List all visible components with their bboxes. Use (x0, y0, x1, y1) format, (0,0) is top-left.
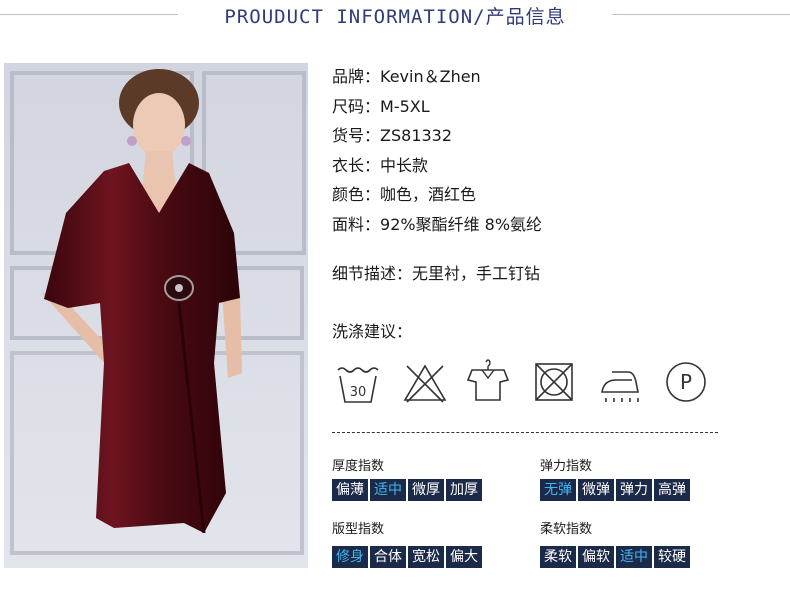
no-bleach-icon (403, 364, 447, 403)
fit-option: 偏大 (446, 546, 482, 568)
fit-index: 修身 合体 宽松 偏大 (332, 546, 482, 568)
hang-dry-icon (466, 359, 510, 401)
elasticity-index-title: 弹力指数 (540, 459, 593, 474)
no-tumble-dry-icon (535, 363, 573, 401)
thickness-option: 微厚 (408, 479, 444, 501)
title-rule-right (612, 14, 790, 15)
fit-option-selected: 修身 (332, 546, 368, 568)
fit-option: 合体 (370, 546, 406, 568)
iron-icon (601, 371, 639, 402)
softness-index: 柔软 偏软 适中 较硬 (540, 546, 690, 568)
spec-fabric: 面料：92%聚酯纤维 8%氨纶 (332, 214, 543, 234)
spec-sku: 货号：ZS81332 (332, 126, 453, 145)
product-specs: 品牌：Kevin＆Zhen 尺码：M-5XL 货号：ZS81332 衣长：中长款… (332, 62, 542, 239)
fit-index-title: 版型指数 (332, 522, 385, 537)
softness-option-selected: 适中 (616, 546, 652, 568)
spec-length: 衣长：中长款 (332, 155, 429, 175)
thickness-option: 加厚 (446, 479, 482, 501)
product-photo (4, 63, 308, 568)
softness-option: 偏软 (578, 546, 614, 568)
dry-clean-p-icon: P (666, 362, 706, 402)
thickness-option-selected: 适中 (370, 479, 406, 501)
spec-color: 颜色：咖色，酒红色 (332, 185, 477, 204)
thickness-index: 偏薄 适中 微厚 加厚 (332, 479, 482, 501)
softness-option: 较硬 (654, 546, 690, 568)
thickness-index-title: 厚度指数 (332, 459, 385, 474)
spec-size: 尺码：M-5XL (332, 96, 430, 116)
svg-text:P: P (680, 370, 692, 394)
elasticity-option-selected: 无弹 (540, 479, 576, 501)
thickness-option: 偏薄 (332, 479, 368, 501)
elasticity-option: 微弹 (578, 479, 614, 501)
svg-text:30: 30 (350, 385, 367, 400)
detail-description: 细节描述：无里衬，手工钉钻 (332, 264, 541, 283)
elasticity-option: 高弹 (654, 479, 690, 501)
elasticity-index: 无弹 微弹 弹力 高弹 (540, 479, 690, 501)
softness-option: 柔软 (540, 546, 576, 568)
wash-30-icon: 30 (337, 367, 379, 403)
elasticity-option: 弹力 (616, 479, 652, 501)
fit-option: 宽松 (408, 546, 444, 568)
section-divider (332, 432, 718, 433)
softness-index-title: 柔软指数 (540, 522, 593, 537)
care-label: 洗涤建议： (332, 322, 413, 341)
page-title: PROUDUCT INFORMATION/产品信息 (224, 6, 566, 28)
spec-brand: 品牌：Kevin＆Zhen (332, 67, 481, 86)
